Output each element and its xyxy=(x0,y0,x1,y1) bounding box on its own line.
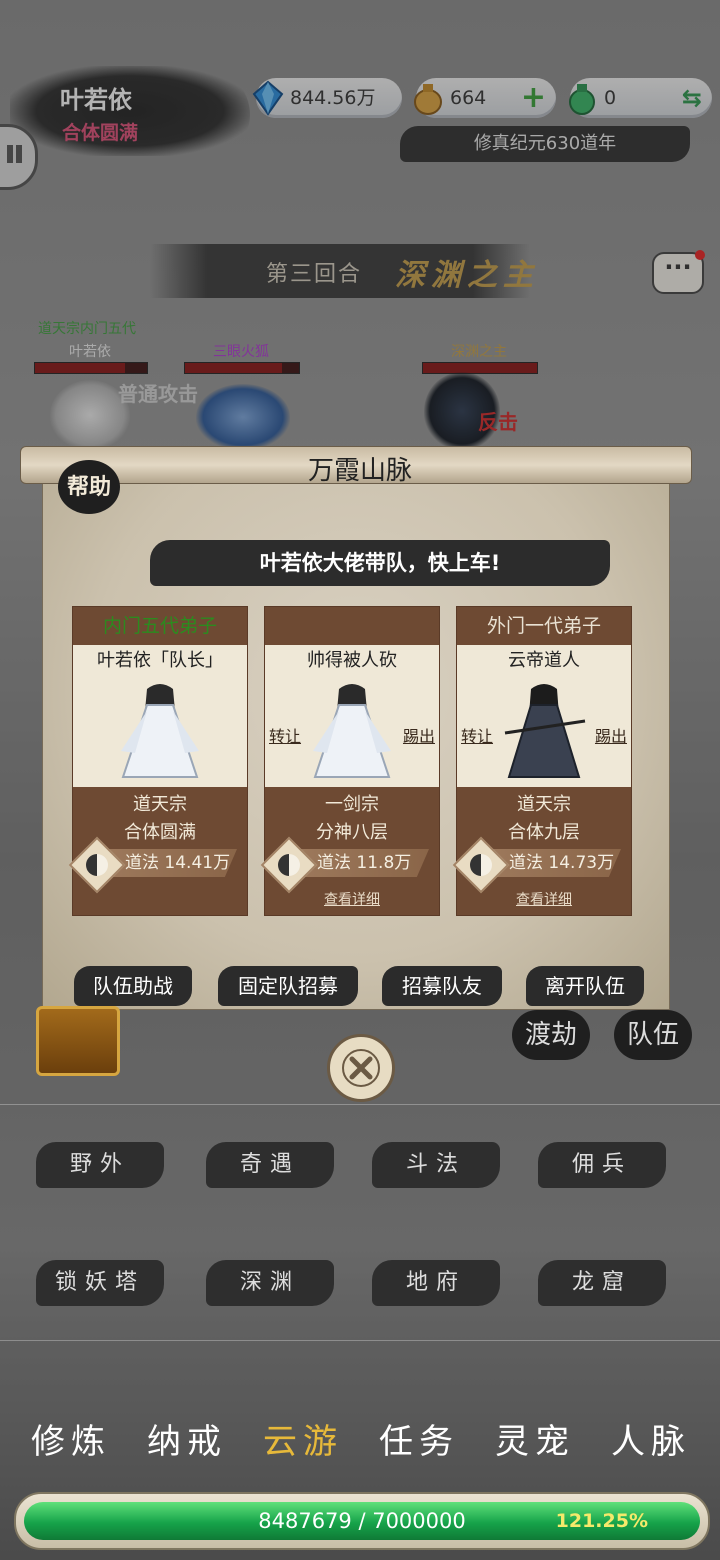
treasure-chest-icon[interactable] xyxy=(36,1006,120,1076)
location-underworld[interactable]: 地府 xyxy=(372,1260,500,1306)
close-icon xyxy=(342,1049,380,1087)
member-rank-tag: 外门一代弟子 xyxy=(457,607,631,645)
member-sect: 道天宗 xyxy=(517,794,571,815)
white-robe-figure-icon xyxy=(121,684,199,778)
nav-contacts[interactable]: 人脉 xyxy=(596,1414,706,1463)
nav-quests[interactable]: 任务 xyxy=(364,1414,474,1463)
divider xyxy=(0,1340,720,1341)
member-portrait: 转让 踢出 xyxy=(265,677,439,785)
member-name: 云帝道人 xyxy=(508,650,580,671)
view-details-link[interactable]: 查看详细 xyxy=(265,889,439,909)
member-rank-tag xyxy=(265,607,439,645)
location-demon-tower[interactable]: 锁妖塔 xyxy=(36,1260,164,1306)
dao-power-value: 道法 14.73万 xyxy=(509,853,615,873)
exp-percent: 121.25% xyxy=(555,1510,648,1532)
nav-ring[interactable]: 纳戒 xyxy=(132,1414,242,1463)
help-button[interactable]: 帮助 xyxy=(58,460,120,514)
team-button[interactable]: 队伍 xyxy=(614,1010,692,1060)
nav-travel[interactable]: 云游 xyxy=(248,1414,358,1463)
team-assist-button[interactable]: 队伍助战 xyxy=(74,966,192,1006)
close-button[interactable] xyxy=(327,1034,395,1102)
tribulation-button[interactable]: 渡劫 xyxy=(512,1010,590,1060)
member-sect: 一剑宗 xyxy=(325,794,379,815)
divider xyxy=(0,1104,720,1105)
member-card-2[interactable]: 帅得被人砍 转让 踢出 一剑宗 分神八层 道法 11.8万 查看详细 xyxy=(260,606,440,916)
exp-bar: 8487679 / 7000000 121.25% xyxy=(14,1492,710,1550)
view-details-link[interactable]: 查看详细 xyxy=(457,889,631,909)
location-encounter[interactable]: 奇遇 xyxy=(206,1142,334,1188)
nav-cultivate[interactable]: 修炼 xyxy=(16,1414,126,1463)
member-card-3[interactable]: 外门一代弟子 云帝道人 转让 踢出 道天宗 合体九层 道法 14.73万 查看详… xyxy=(452,606,632,916)
member-sect: 道天宗 xyxy=(133,794,187,815)
location-dragon-lair[interactable]: 龙窟 xyxy=(538,1260,666,1306)
transfer-leader-link[interactable]: 转让 xyxy=(461,723,493,747)
transfer-leader-link[interactable]: 转让 xyxy=(269,723,301,747)
member-name: 叶若依「队长」 xyxy=(97,650,223,671)
location-mercenary[interactable]: 佣兵 xyxy=(538,1142,666,1188)
nav-pets[interactable]: 灵宠 xyxy=(480,1414,590,1463)
member-portrait xyxy=(73,677,247,785)
kick-member-link[interactable]: 踢出 xyxy=(595,723,627,747)
white-robe-figure-icon xyxy=(313,684,391,778)
member-portrait: 转让 踢出 xyxy=(457,677,631,785)
recruit-teammates-button[interactable]: 招募队友 xyxy=(382,966,502,1006)
member-rank-tag: 内门五代弟子 xyxy=(73,607,247,645)
member-name: 帅得被人砍 xyxy=(307,650,397,671)
member-card-leader[interactable]: 内门五代弟子 叶若依「队长」 道天宗 合体圆满 道法 14.41万 xyxy=(68,606,248,916)
leave-team-button[interactable]: 离开队伍 xyxy=(526,966,644,1006)
team-banner: 叶若依大佬带队，快上车! xyxy=(150,540,610,586)
location-abyss[interactable]: 深渊 xyxy=(206,1260,334,1306)
location-wild[interactable]: 野外 xyxy=(36,1142,164,1188)
dark-robe-swordsman-icon xyxy=(504,684,586,778)
fixed-team-recruit-button[interactable]: 固定队招募 xyxy=(218,966,358,1006)
dao-power-value: 道法 11.8万 xyxy=(317,853,412,873)
location-duel[interactable]: 斗法 xyxy=(372,1142,500,1188)
kick-member-link[interactable]: 踢出 xyxy=(403,723,435,747)
dao-power-value: 道法 14.41万 xyxy=(125,853,231,873)
